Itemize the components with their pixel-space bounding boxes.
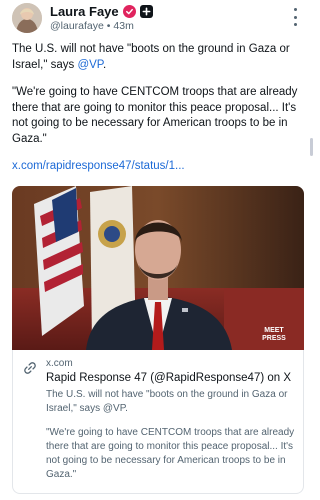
link-preview-card[interactable]: x.com Rapid Response 47 (@RapidResponse4…: [12, 350, 304, 494]
watermark-line-2: PRESS: [262, 335, 286, 342]
author-name[interactable]: Laura Faye: [50, 4, 119, 19]
more-vertical-icon[interactable]: [289, 8, 301, 26]
post-status-link[interactable]: x.com/rapidresponse47/status/1...: [12, 160, 185, 172]
video-thumbnail[interactable]: MEET PRESS: [12, 186, 304, 350]
post-time[interactable]: 43m: [113, 20, 133, 32]
watermark-line-1: MEET: [264, 327, 284, 334]
card-domain: x.com: [46, 358, 73, 369]
post-paragraph-1: The U.S. will not have "boots on the gro…: [12, 43, 290, 71]
post-paragraph-2: "We're going to have CENTCOM troops that…: [12, 86, 298, 145]
post: Laura Faye @laurafaye • 43m The U.S. wil…: [0, 0, 315, 500]
link-icon: [23, 361, 37, 375]
author-handle[interactable]: @laurafaye: [50, 20, 104, 32]
card-title[interactable]: Rapid Response 47 (@RapidResponse47) on …: [46, 371, 296, 386]
card-content: x.com Rapid Response 47 (@RapidResponse4…: [46, 358, 296, 492]
author-info: Laura Faye @laurafaye • 43m: [50, 3, 153, 33]
verified-badge-icon: [122, 4, 136, 18]
plus-badge-icon: [139, 4, 153, 18]
scrollbar[interactable]: [310, 138, 313, 156]
card-description-1: The U.S. will not have "boots on the gro…: [46, 389, 288, 414]
post-body: The U.S. will not have "boots on the gro…: [12, 42, 304, 187]
post-header: Laura Faye @laurafaye • 43m: [12, 2, 307, 36]
card-description-2: "We're going to have CENTCOM troops that…: [46, 427, 295, 480]
author-meta: @laurafaye • 43m: [50, 19, 153, 33]
meta-separator: •: [106, 20, 111, 33]
avatar[interactable]: [12, 3, 42, 33]
vp-mention-link[interactable]: @VP: [77, 59, 103, 71]
card-description: The U.S. will not have "boots on the gro…: [46, 388, 296, 482]
